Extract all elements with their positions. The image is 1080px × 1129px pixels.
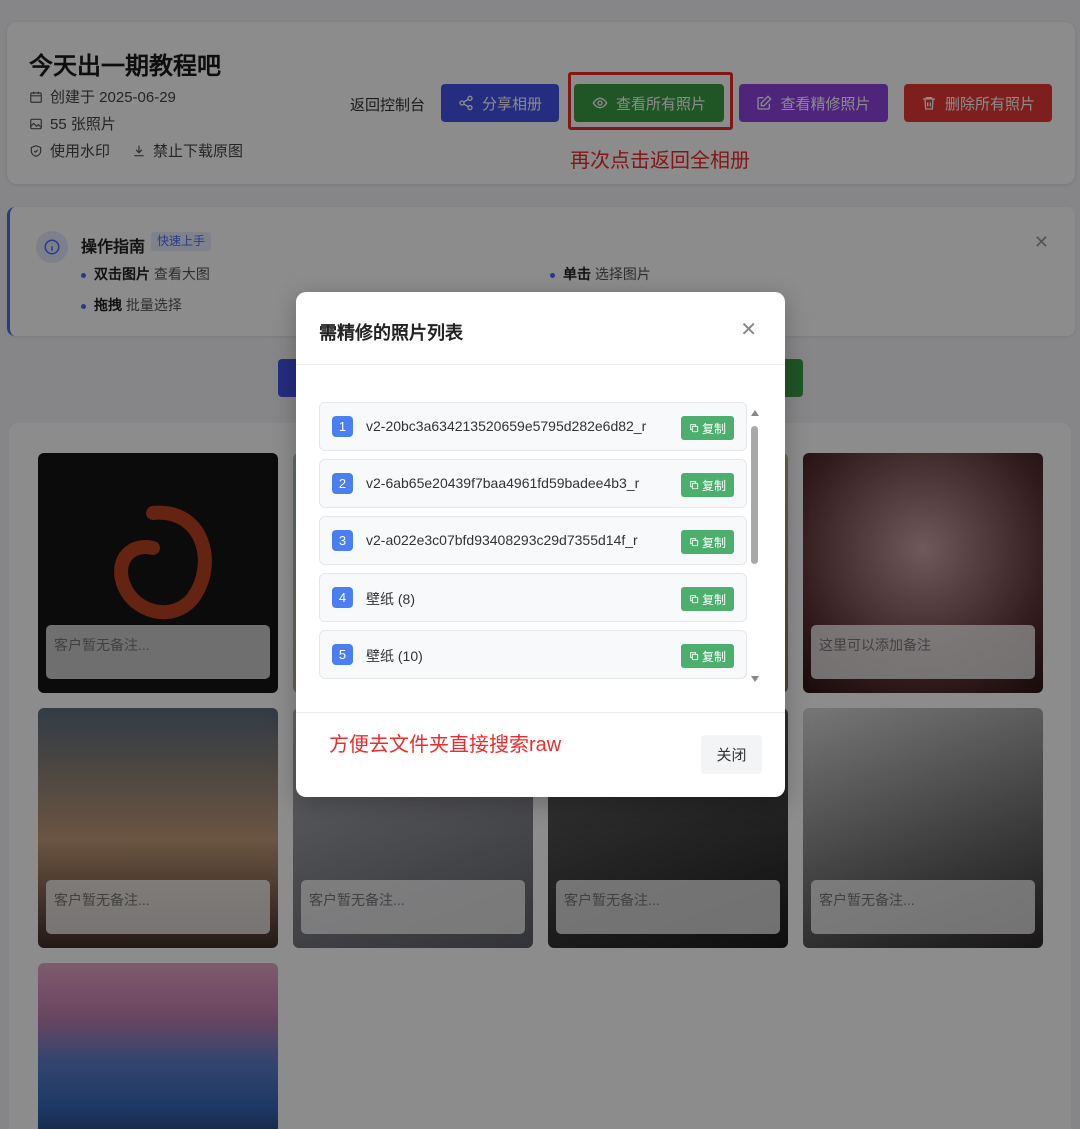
modal-close-icon[interactable]: ✕ xyxy=(740,317,757,342)
modal-header-divider xyxy=(296,364,785,365)
list-item: 2 v2-6ab65e20439f7baa4961fd59badee4b3_r … xyxy=(319,459,747,508)
item-filename: v2-6ab65e20439f7baa4961fd59badee4b3_r xyxy=(366,475,640,491)
item-filename: 壁纸 (8) xyxy=(366,591,415,607)
item-number: 3 xyxy=(332,530,353,551)
item-filename: v2-20bc3a634213520659e5795d282e6d82_r xyxy=(366,418,647,434)
item-number: 4 xyxy=(332,587,353,608)
copy-button[interactable]: 复制 xyxy=(681,587,734,611)
item-number: 5 xyxy=(332,644,353,665)
list-item: 1 v2-20bc3a634213520659e5795d282e6d82_r … xyxy=(319,402,747,451)
item-number: 2 xyxy=(332,473,353,494)
copy-button[interactable]: 复制 xyxy=(681,473,734,497)
modal-title: 需精修的照片列表 xyxy=(319,323,463,343)
item-number: 1 xyxy=(332,416,353,437)
copy-icon xyxy=(690,424,699,433)
item-filename: 壁纸 (10) xyxy=(366,648,423,664)
list-item: 4 壁纸 (8) 复制 xyxy=(319,573,747,622)
modal-footer-divider xyxy=(296,712,785,713)
retouch-photo-list: 1 v2-20bc3a634213520659e5795d282e6d82_r … xyxy=(319,402,749,687)
copy-icon xyxy=(690,481,699,490)
copy-icon xyxy=(690,652,699,661)
copy-button[interactable]: 复制 xyxy=(681,644,734,668)
scrollbar-thumb[interactable] xyxy=(751,426,758,564)
list-item: 5 壁纸 (10) 复制 xyxy=(319,630,747,679)
copy-icon xyxy=(690,538,699,547)
copy-icon xyxy=(690,595,699,604)
item-filename: v2-a022e3c07bfd93408293c29d7355d14f_r xyxy=(366,532,638,548)
list-item: 3 v2-a022e3c07bfd93408293c29d7355d14f_r … xyxy=(319,516,747,565)
list-scrollbar[interactable] xyxy=(751,410,759,682)
copy-button[interactable]: 复制 xyxy=(681,530,734,554)
scroll-down-arrow-icon[interactable] xyxy=(751,676,759,682)
close-button[interactable]: 关闭 xyxy=(701,735,762,774)
annotation-search-note: 方便去文件夹直接搜索raw xyxy=(329,734,562,756)
scroll-up-arrow-icon[interactable] xyxy=(751,410,759,416)
retouch-list-modal: 需精修的照片列表 ✕ 1 v2-20bc3a634213520659e5795d… xyxy=(296,292,785,797)
copy-button[interactable]: 复制 xyxy=(681,416,734,440)
